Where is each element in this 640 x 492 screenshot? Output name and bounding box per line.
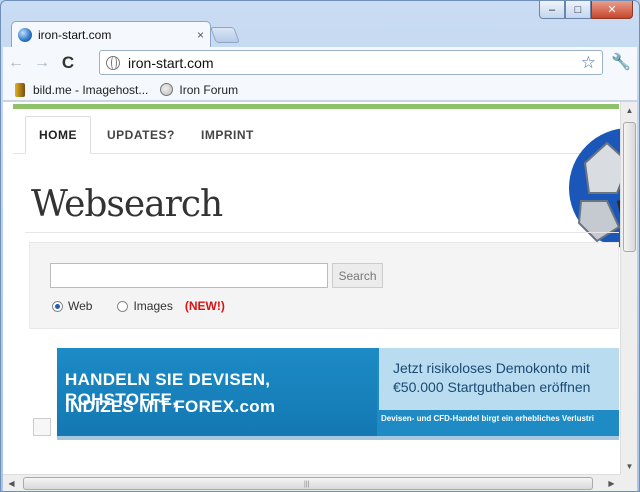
toolbar: ← → C iron-start.com ☆ 🔧 bbox=[3, 47, 637, 79]
bookmark-iron-forum[interactable]: Iron Forum bbox=[160, 83, 238, 97]
new-tab-button[interactable] bbox=[210, 27, 240, 43]
globe-icon bbox=[160, 83, 174, 96]
site-favicon-icon bbox=[18, 27, 32, 42]
ad-headline-2: INDIZES MIT FOREX.com bbox=[65, 397, 276, 416]
address-url: iron-start.com bbox=[128, 54, 214, 71]
ad-right-panel: Jetzt risikoloses Demokonto mit €50.000 … bbox=[379, 348, 619, 410]
back-button[interactable]: ← bbox=[3, 51, 29, 75]
ad-offer-2: €50.000 Startguthaben eröffnen bbox=[393, 379, 591, 395]
scroll-down-icon[interactable]: ▼ bbox=[621, 458, 637, 474]
wrench-menu-icon[interactable]: 🔧 bbox=[611, 52, 631, 72]
scroll-corner bbox=[620, 474, 637, 491]
vertical-scrollbar[interactable]: ▲ ▼ bbox=[620, 102, 637, 474]
divider bbox=[25, 232, 619, 233]
forward-button[interactable]: → bbox=[29, 51, 55, 75]
page-title: Websearch bbox=[31, 184, 223, 225]
bookmark-star-icon[interactable]: ☆ bbox=[581, 53, 596, 73]
search-button[interactable]: Search bbox=[332, 263, 383, 288]
search-input[interactable] bbox=[50, 263, 328, 288]
page-content: HOME UPDATES? IMPRINT Websearch Search W… bbox=[13, 109, 627, 469]
maximize-button[interactable]: □ bbox=[565, 1, 591, 19]
ad-underline bbox=[57, 436, 619, 440]
search-panel: Search Web Images (NEW!) bbox=[29, 242, 619, 329]
browser-window: – □ ✕ iron-start.com × ← → C iron-start.… bbox=[0, 0, 640, 492]
site-nav: HOME UPDATES? IMPRINT bbox=[13, 109, 619, 154]
forex-ad-banner[interactable]: HANDELN SIE DEVISEN, ROHSTOFFE, INDIZES … bbox=[57, 348, 619, 436]
bild-me-icon bbox=[15, 82, 25, 97]
close-tab-icon[interactable]: × bbox=[197, 28, 204, 42]
radio-images[interactable] bbox=[117, 300, 129, 312]
horizontal-scroll-thumb[interactable]: ||| bbox=[23, 477, 593, 490]
horizontal-scrollbar[interactable]: ◀ ||| ▶ bbox=[3, 474, 620, 491]
ad-left-panel: HANDELN SIE DEVISEN, ROHSTOFFE, INDIZES … bbox=[57, 348, 377, 436]
window-controls: – □ ✕ bbox=[539, 1, 633, 19]
close-window-button[interactable]: ✕ bbox=[591, 1, 633, 19]
tab-home[interactable]: HOME bbox=[25, 116, 91, 154]
logo-ball-icon bbox=[569, 128, 627, 248]
bookmarks-bar: bild.me - Imagehost... Iron Forum bbox=[3, 79, 637, 101]
radio-web[interactable] bbox=[52, 300, 63, 312]
bookmark-label: bild.me - Imagehost... bbox=[33, 82, 149, 97]
radio-web-label: Web bbox=[68, 299, 93, 313]
bookmark-bild-me[interactable]: bild.me - Imagehost... bbox=[15, 82, 149, 97]
address-bar[interactable]: iron-start.com ☆ bbox=[99, 50, 603, 75]
tab-title: iron-start.com bbox=[38, 27, 112, 42]
tab-updates[interactable]: UPDATES? bbox=[107, 116, 175, 154]
page-viewport: HOME UPDATES? IMPRINT Websearch Search W… bbox=[3, 102, 637, 491]
scroll-right-icon[interactable]: ▶ bbox=[603, 475, 620, 491]
ad-checkbox[interactable] bbox=[33, 418, 51, 436]
reload-button[interactable]: C bbox=[55, 51, 81, 75]
browser-tab[interactable]: iron-start.com × bbox=[11, 21, 211, 47]
search-type-options: Web Images (NEW!) bbox=[52, 299, 225, 313]
globe-icon bbox=[106, 55, 120, 70]
new-badge: (NEW!) bbox=[184, 299, 225, 313]
radio-images-label: Images bbox=[133, 299, 173, 313]
ad-disclaimer: Devisen- und CFD-Handel birgt ein erhebl… bbox=[381, 414, 594, 423]
tab-imprint[interactable]: IMPRINT bbox=[201, 116, 254, 154]
vertical-scroll-thumb[interactable] bbox=[623, 122, 636, 252]
ad-offer-1: Jetzt risikoloses Demokonto mit bbox=[393, 360, 590, 376]
scroll-left-icon[interactable]: ◀ bbox=[3, 475, 20, 491]
scroll-up-icon[interactable]: ▲ bbox=[621, 102, 637, 118]
minimize-button[interactable]: – bbox=[539, 1, 565, 19]
bookmark-label: Iron Forum bbox=[179, 82, 239, 97]
